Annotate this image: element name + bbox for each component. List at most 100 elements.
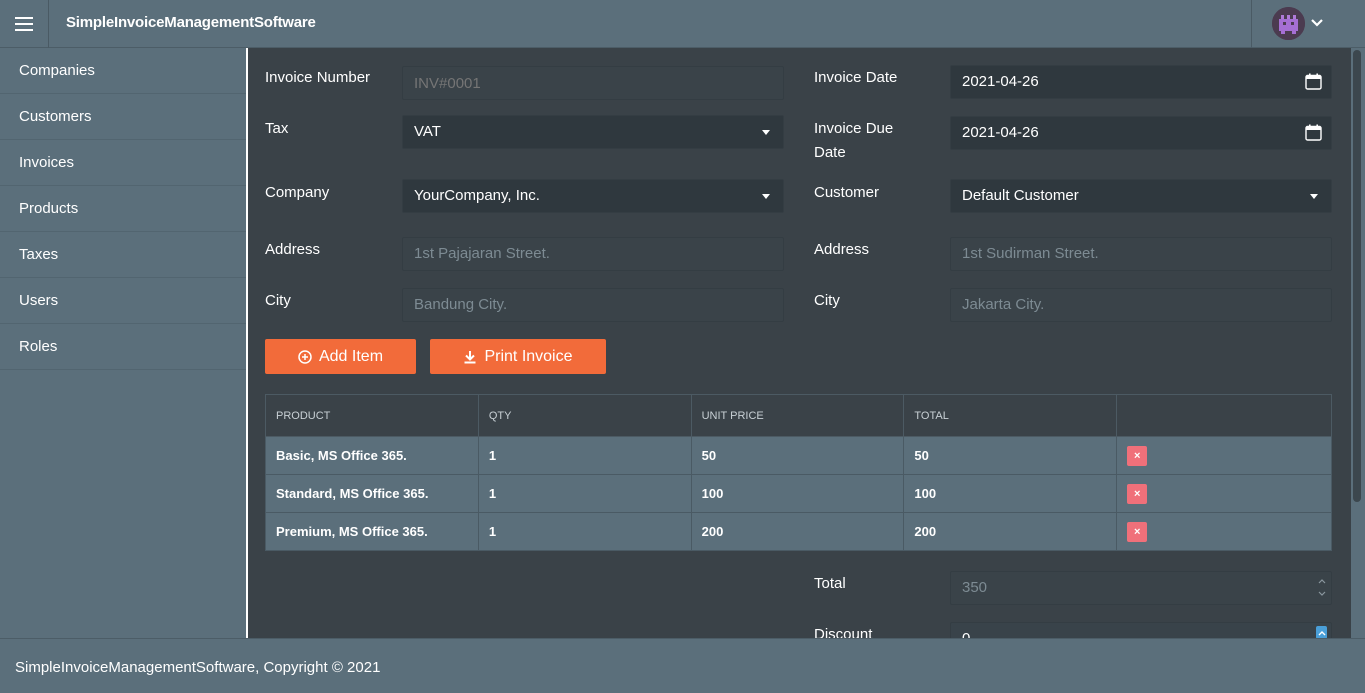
company-city-value: Bandung City. <box>414 296 508 313</box>
invoice-due-date-label: Invoice Due Date <box>814 117 893 165</box>
total-label: Total <box>814 575 846 592</box>
invoice-date-value: 2021-04-26 <box>962 73 1039 90</box>
sidebar-item-invoices[interactable]: Invoices <box>0 140 246 186</box>
customer-address-field[interactable]: 1st Sudirman Street. <box>950 237 1332 271</box>
hamburger-icon <box>15 17 33 31</box>
tax-select[interactable]: VAT <box>402 115 784 149</box>
cell-qty: 1 <box>477 474 692 513</box>
calendar-icon[interactable] <box>1305 124 1322 141</box>
column-header-actions <box>1116 394 1332 437</box>
total-spinner[interactable] <box>1316 574 1327 600</box>
cell-product: Basic, MS Office 365. <box>265 436 479 475</box>
avatar-icon[interactable] <box>1272 7 1305 40</box>
invoice-due-date-label-line2: Date <box>814 144 846 161</box>
add-item-label: Add Item <box>318 347 384 365</box>
sidebar-item-products[interactable]: Products <box>0 186 246 232</box>
calendar-icon[interactable] <box>1305 73 1322 90</box>
table-row: Premium, MS Office 365. 1 200 200 × <box>265 512 1332 551</box>
cell-qty: 1 <box>477 436 692 475</box>
invoice-form: Invoice Number Invoice Date 2021-04-26 T… <box>250 48 1351 638</box>
total-value: 350 <box>962 579 988 596</box>
tax-label: Tax <box>265 120 289 137</box>
customer-select[interactable]: Default Customer <box>950 179 1332 213</box>
company-address-value: 1st Pajajaran Street. <box>414 245 550 262</box>
customer-label: Customer <box>814 184 880 201</box>
customer-city-label: City <box>814 292 840 309</box>
sidebar-item-customers[interactable]: Customers <box>0 94 246 140</box>
company-address-field[interactable]: 1st Pajajaran Street. <box>402 237 784 271</box>
sidebar: Companies Customers Invoices Products Ta… <box>0 48 248 638</box>
column-header-total: TOTAL <box>903 394 1118 437</box>
page-scrollbar-thumb[interactable] <box>1353 50 1361 502</box>
user-menu[interactable] <box>1251 0 1351 48</box>
cell-actions: × <box>1116 436 1332 475</box>
invoice-date-label: Invoice Date <box>814 69 898 86</box>
discount-spinner[interactable] <box>1316 626 1327 638</box>
sidebar-item-companies[interactable]: Companies <box>0 48 246 94</box>
invoice-due-date-value: 2021-04-26 <box>962 124 1039 141</box>
column-header-qty: QTY <box>477 394 692 437</box>
discount-value: 0 <box>962 630 970 638</box>
chevron-down-icon[interactable] <box>1310 16 1324 30</box>
cell-product: Standard, MS Office 365. <box>265 474 479 513</box>
column-header-unit-price: UNIT PRICE <box>690 394 905 437</box>
cell-unit-price: 50 <box>690 436 905 475</box>
plus-circle-icon <box>298 349 312 364</box>
invoice-date-input[interactable]: 2021-04-26 <box>950 65 1332 99</box>
table-header-row: PRODUCT QTY UNIT PRICE TOTAL <box>265 394 1332 437</box>
cell-product: Premium, MS Office 365. <box>265 512 479 551</box>
sidebar-item-taxes[interactable]: Taxes <box>0 232 246 278</box>
footer-copyright: SimpleInvoiceManagementSoftware, Copyrig… <box>15 659 381 676</box>
sidebar-item-users[interactable]: Users <box>0 278 246 324</box>
company-select[interactable]: YourCompany, Inc. <box>402 179 784 213</box>
tax-selected-value: VAT <box>414 123 441 140</box>
cell-qty: 1 <box>477 512 692 551</box>
sidebar-item-roles[interactable]: Roles <box>0 324 246 370</box>
caret-down-icon <box>762 130 770 135</box>
discount-field[interactable]: 0 <box>950 622 1332 638</box>
caret-down-icon <box>762 194 770 199</box>
discount-label: Discount <box>814 626 873 638</box>
add-item-button[interactable]: Add Item <box>265 339 416 374</box>
remove-item-button[interactable]: × <box>1127 483 1148 504</box>
cell-total: 200 <box>903 512 1118 551</box>
cell-unit-price: 100 <box>690 474 905 513</box>
company-label: Company <box>265 184 330 201</box>
company-address-label: Address <box>265 241 321 258</box>
customer-selected-value: Default Customer <box>962 187 1079 204</box>
company-city-field[interactable]: Bandung City. <box>402 288 784 322</box>
app-title[interactable]: SimpleInvoiceManagementSoftware <box>66 14 316 31</box>
print-invoice-button[interactable]: Print Invoice <box>430 339 606 374</box>
invoice-number-input[interactable] <box>402 66 784 100</box>
remove-item-button[interactable]: × <box>1127 445 1148 466</box>
table-row: Standard, MS Office 365. 1 100 100 × <box>265 474 1332 513</box>
company-selected-value: YourCompany, Inc. <box>414 187 540 204</box>
customer-city-field[interactable]: Jakarta City. <box>950 288 1332 322</box>
cell-total: 50 <box>903 436 1118 475</box>
menu-button[interactable] <box>0 0 49 48</box>
top-bar: SimpleInvoiceManagementSoftware <box>0 0 1365 48</box>
footer: SimpleInvoiceManagementSoftware, Copyrig… <box>0 638 1365 693</box>
spinner-up-icon[interactable] <box>1316 626 1327 638</box>
remove-item-button[interactable]: × <box>1127 521 1148 542</box>
invoice-number-label: Invoice Number <box>265 69 371 86</box>
spinner-down-icon[interactable] <box>1316 587 1327 600</box>
cell-actions: × <box>1116 474 1332 513</box>
cell-actions: × <box>1116 512 1332 551</box>
total-field[interactable]: 350 <box>950 571 1332 605</box>
spinner-up-icon[interactable] <box>1316 574 1327 587</box>
column-header-product: PRODUCT <box>265 394 479 437</box>
customer-address-label: Address <box>814 241 870 258</box>
invoice-due-date-input[interactable]: 2021-04-26 <box>950 116 1332 150</box>
table-row: Basic, MS Office 365. 1 50 50 × <box>265 436 1332 475</box>
print-invoice-label: Print Invoice <box>484 347 573 365</box>
customer-address-value: 1st Sudirman Street. <box>962 245 1099 262</box>
caret-down-icon <box>1310 194 1318 199</box>
download-icon <box>464 350 476 363</box>
company-city-label: City <box>265 292 291 309</box>
invoice-due-date-label-line1: Invoice Due <box>814 120 894 137</box>
customer-city-value: Jakarta City. <box>962 296 1045 313</box>
cell-total: 100 <box>903 474 1118 513</box>
invoice-items-table: PRODUCT QTY UNIT PRICE TOTAL Basic, MS O… <box>265 394 1332 551</box>
cell-unit-price: 200 <box>690 512 905 551</box>
